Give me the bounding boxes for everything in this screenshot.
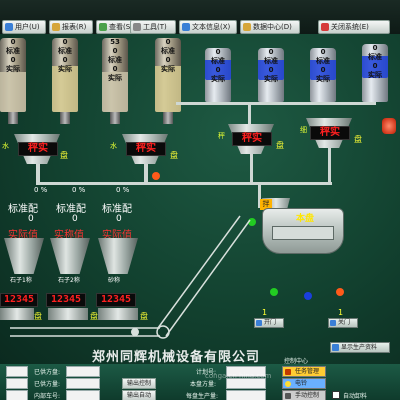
percent-value: 0 % bbox=[116, 186, 130, 194]
view-icon bbox=[99, 23, 107, 31]
pipe bbox=[36, 164, 40, 184]
show-production-data-button[interactable]: 显示生产资料 bbox=[330, 342, 390, 353]
output-auto-button[interactable]: 输出自动 bbox=[122, 390, 156, 400]
supplied-volume-input[interactable] bbox=[66, 378, 100, 389]
menu-text-info[interactable]: 文本信息(X) bbox=[179, 20, 237, 34]
supplied-volume-field[interactable] bbox=[6, 378, 28, 389]
supplied-batches-input[interactable] bbox=[66, 366, 100, 377]
user-icon bbox=[5, 23, 13, 31]
task-icon bbox=[285, 369, 291, 375]
menu-close-system[interactable]: 关闭系统(E) bbox=[318, 20, 390, 34]
pipe bbox=[248, 102, 251, 124]
silo-neck bbox=[8, 112, 18, 124]
scale-label: 细 bbox=[300, 126, 307, 134]
truck-number-field[interactable] bbox=[6, 390, 28, 400]
task-management-button[interactable]: 任务管理 bbox=[282, 366, 326, 377]
pipe bbox=[36, 182, 332, 185]
silo-neck bbox=[163, 112, 173, 124]
scale-display-left-1: 秤实 bbox=[18, 142, 58, 156]
scale-unit: 盘 bbox=[354, 135, 362, 144]
scale-display-right-2: 秤实 bbox=[310, 126, 350, 140]
watermark-url: conga.cn hina.com bbox=[205, 372, 272, 380]
percent-value: 0 % bbox=[34, 186, 48, 194]
silo-4[interactable]: 0 标准 0 实际 bbox=[155, 38, 181, 112]
pipe bbox=[144, 164, 148, 184]
silo-1[interactable]: 0 标准 0 实际 bbox=[0, 38, 26, 112]
text-info-icon bbox=[182, 23, 190, 31]
scale-display-left-2: 秤实 bbox=[126, 142, 166, 156]
alarm-light-icon bbox=[382, 118, 396, 134]
belt-conveyor bbox=[10, 215, 251, 339]
menu-report[interactable]: 报表(R) bbox=[49, 20, 93, 34]
pipe bbox=[328, 148, 331, 184]
data-icon bbox=[332, 344, 339, 351]
scale-display-right-1: 秤实 bbox=[232, 132, 272, 146]
batch-output-label: 每盘生产量: bbox=[186, 393, 219, 400]
batch-volume-label: 本盘方量: bbox=[190, 381, 217, 388]
supplied-volume-label: 已供方量: bbox=[34, 381, 61, 388]
supplied-batches-field[interactable] bbox=[6, 366, 28, 377]
valve-indicator bbox=[304, 292, 312, 300]
bell-icon bbox=[285, 381, 291, 387]
tools-icon bbox=[133, 23, 141, 31]
auto-unload-label: 自动卸料 bbox=[343, 393, 368, 400]
data-center-icon bbox=[243, 23, 251, 31]
manual-icon bbox=[285, 393, 291, 399]
door-close-icon bbox=[330, 320, 336, 326]
silo-neck bbox=[110, 112, 120, 124]
valve-indicator bbox=[270, 288, 278, 296]
menu-data-center[interactable]: 数据中心(D) bbox=[240, 20, 300, 34]
valve-indicator bbox=[336, 288, 344, 296]
pipe bbox=[176, 102, 376, 105]
percent-value: 0 % bbox=[72, 186, 86, 194]
menu-user[interactable]: 用户(U) bbox=[2, 20, 46, 34]
open-door-button[interactable]: 开门 bbox=[254, 318, 284, 328]
silo-neck bbox=[60, 112, 70, 124]
truck-number-label: 内部车号: bbox=[34, 393, 61, 400]
close-door-count: 1 bbox=[338, 308, 344, 317]
mixer-label: 本盘 bbox=[296, 214, 315, 224]
mixer-window bbox=[272, 226, 334, 240]
scale-unit: 盘 bbox=[276, 141, 284, 150]
silo-8[interactable]: 0 标准 0 实际 bbox=[362, 44, 388, 102]
silo-5[interactable]: 0 标准 0 实际 bbox=[205, 48, 231, 102]
close-door-button[interactable]: 关门 bbox=[328, 318, 358, 328]
scale-label: 秤 bbox=[218, 132, 225, 140]
manual-control-button[interactable]: 手动控制 bbox=[282, 390, 326, 400]
bell-button[interactable]: 电铃 bbox=[282, 378, 326, 389]
valve-indicator bbox=[152, 172, 160, 180]
truck-number-input[interactable] bbox=[66, 390, 100, 400]
report-icon bbox=[52, 23, 60, 31]
output-control-button[interactable]: 输出控制 bbox=[122, 378, 156, 389]
scale-unit: 盘 bbox=[170, 151, 178, 160]
auto-unload-checkbox[interactable] bbox=[332, 391, 340, 399]
menu-bar: 用户(U) 报表(R) 查看(S) 工具(T) 文本信息(X) 数据中心(D) … bbox=[0, 0, 400, 34]
silo-3[interactable]: 53 0 标准 0 实际 bbox=[102, 38, 128, 112]
menu-tools[interactable]: 工具(T) bbox=[130, 20, 176, 34]
watermark: 郑州同辉机械设备有限公司 bbox=[92, 350, 261, 365]
supplied-batches-label: 已供方盘: bbox=[34, 369, 61, 376]
close-system-icon bbox=[321, 23, 329, 31]
open-door-count: 1 bbox=[262, 308, 268, 317]
control-center-label: 控制中心 bbox=[284, 358, 309, 365]
scale-unit: 盘 bbox=[60, 151, 68, 160]
silo-7[interactable]: 0 标准 0 实际 bbox=[310, 48, 336, 102]
pipe bbox=[250, 154, 253, 184]
scale-label: 水 bbox=[110, 142, 117, 150]
batch-output-input[interactable] bbox=[226, 390, 266, 400]
silo-2[interactable]: 0 标准 0 实际 bbox=[52, 38, 78, 112]
silo-6[interactable]: 0 标准 0 实际 bbox=[258, 48, 284, 102]
door-open-icon bbox=[256, 320, 262, 326]
scale-label: 水 bbox=[2, 142, 9, 150]
